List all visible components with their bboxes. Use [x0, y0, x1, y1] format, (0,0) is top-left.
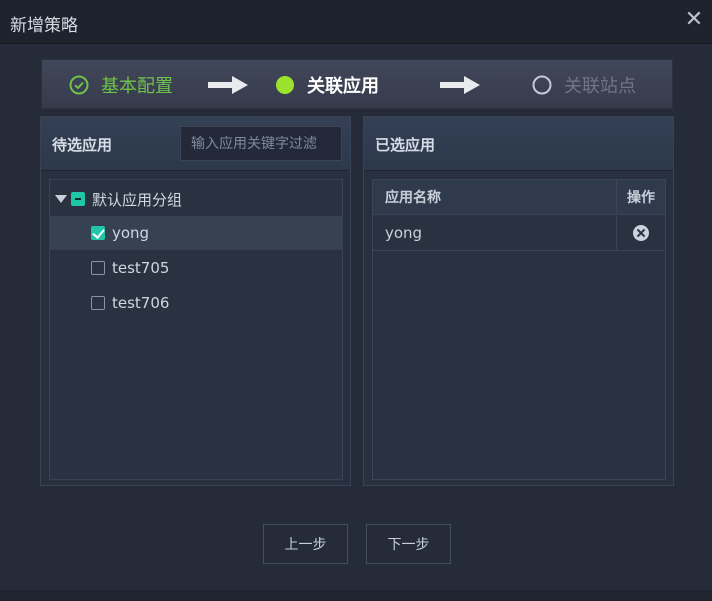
previous-step-button[interactable]: 上一步 [263, 524, 348, 564]
selected-apps-panel: 已选应用 应用名称 操作 yong [363, 116, 674, 486]
dialog-title: 新增策略 [10, 16, 78, 36]
step-indicator: 基本配置 关联应用 关联站点 [41, 59, 673, 109]
step-basic-config: 基本配置 [69, 60, 173, 110]
step-associate-sites: 关联站点 [532, 60, 636, 110]
group-checkbox[interactable] [71, 192, 85, 206]
dialog-titlebar: 新增策略 ✕ [0, 0, 712, 44]
empty-circle-icon [532, 75, 552, 95]
tree-item[interactable]: test706 [50, 286, 342, 320]
close-icon[interactable]: ✕ [682, 8, 706, 32]
arrow-right-icon [208, 76, 248, 94]
panel-title: 已选应用 [375, 136, 436, 154]
selected-apps-table: 应用名称 操作 yong [372, 179, 666, 480]
item-checkbox[interactable] [91, 296, 105, 310]
available-apps-panel: 待选应用 默认应用分组 yong test705 test706 [40, 116, 351, 486]
step-label: 关联应用 [307, 76, 379, 97]
remove-icon[interactable] [633, 225, 649, 241]
caret-down-icon[interactable] [55, 195, 67, 203]
arrow-right-icon [440, 76, 480, 94]
table-cell-action [617, 216, 665, 251]
next-step-button[interactable]: 下一步 [366, 524, 451, 564]
panel-header: 已选应用 [364, 117, 673, 171]
column-header-app-name: 应用名称 [373, 180, 617, 215]
tree-item-label: test706 [112, 294, 170, 312]
tree-item[interactable]: yong [50, 216, 342, 250]
item-checkbox[interactable] [91, 261, 105, 275]
item-checkbox[interactable] [91, 226, 105, 240]
active-dot-icon [276, 76, 294, 94]
table-cell-app-name: yong [373, 216, 617, 251]
tree-group-row[interactable]: 默认应用分组 [50, 182, 342, 216]
step-label: 基本配置 [101, 76, 173, 97]
app-tree: 默认应用分组 yong test705 test706 [49, 179, 343, 480]
tree-item-label: test705 [112, 259, 170, 277]
tree-item-label: yong [112, 224, 150, 242]
step-label: 关联站点 [564, 76, 636, 97]
step-associate-apps: 关联应用 [275, 60, 379, 110]
tree-group-label: 默认应用分组 [92, 190, 183, 209]
new-policy-dialog: 新增策略 ✕ 基本配置 关联应用 关联站点 待选应用 输入应用关键字过滤 默认应… [0, 0, 712, 601]
app-filter-input[interactable] [180, 126, 342, 161]
panel-title: 待选应用 [52, 136, 113, 154]
panel-header: 待选应用 [41, 117, 350, 171]
column-header-action: 操作 [617, 180, 665, 215]
check-circle-icon [69, 75, 89, 95]
tree-item[interactable]: test705 [50, 251, 342, 285]
dialog-bottom-bar [0, 590, 712, 601]
